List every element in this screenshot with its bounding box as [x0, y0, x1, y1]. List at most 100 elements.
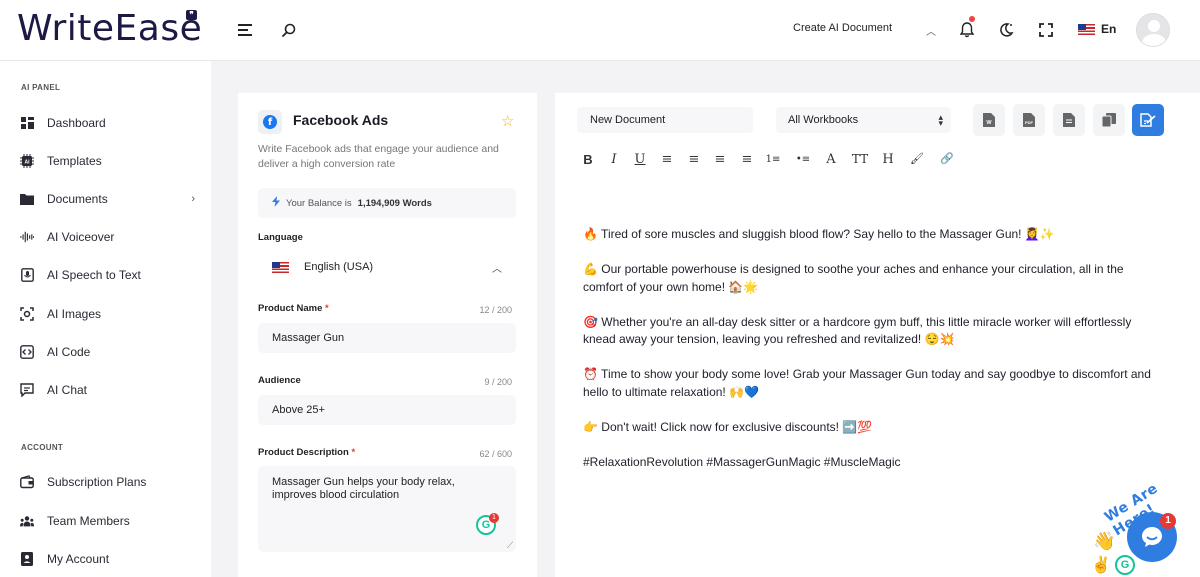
font-color-button[interactable]: A [823, 152, 839, 167]
sidebar-item-ai-images[interactable]: AI Images [20, 304, 195, 324]
word-balance: Your Balance is 1,194,909 Words [258, 188, 516, 218]
italic-button[interactable]: I [606, 152, 622, 167]
svg-text:AI: AI [25, 160, 31, 166]
sidebar-item-ai-voiceover[interactable]: AI Voiceover [20, 227, 195, 247]
document-content[interactable]: 🔥 Tired of sore muscles and sluggish blo… [583, 226, 1153, 489]
content-paragraph: 👉 Don't wait! Click now for exclusive di… [583, 419, 873, 434]
sidebar-item-label: Dashboard [47, 116, 106, 130]
grammarly-count: 1 [489, 513, 499, 523]
notification-bell-icon[interactable] [958, 21, 976, 39]
sidebar-item-ai-speech-to-text[interactable]: AI Speech to Text [20, 265, 195, 285]
align-center-button[interactable]: ≡ [686, 152, 702, 167]
template-form-panel: f Facebook Ads ☆ Write Facebook ads that… [238, 93, 537, 577]
align-justify-button[interactable]: ≡ [739, 152, 755, 167]
sidebar-item-label: AI Chat [47, 383, 88, 397]
save-document-button[interactable] [1132, 104, 1164, 136]
copy-button[interactable] [1093, 104, 1125, 136]
wallet-icon [20, 475, 34, 489]
product-description-counter: 62 / 600 [479, 449, 512, 459]
sidebar-item-label: AI Images [47, 307, 102, 321]
sidebar-item-label: AI Code [47, 345, 91, 359]
sidebar-item-documents[interactable]: Documents › [20, 189, 195, 209]
language-label: Language [258, 232, 303, 243]
chat-icon [20, 383, 34, 397]
notification-dot [969, 16, 975, 22]
language-select[interactable]: English (USA) ︿ [258, 253, 516, 281]
export-text-button[interactable] [1053, 104, 1085, 136]
sidebar-item-ai-code[interactable]: AI Code [20, 342, 195, 362]
heading-button[interactable]: H [880, 152, 896, 167]
sidebar-item-templates[interactable]: AI Templates [20, 151, 195, 171]
logo-quote-icon: ❞ [186, 10, 197, 20]
sidebar-item-label: Team Members [47, 514, 130, 528]
content-paragraph: 💪 Our portable powerhouse is designed to… [583, 262, 1124, 294]
app-logo[interactable]: WriteEase [17, 8, 202, 49]
product-name-input[interactable]: Massager Gun [258, 323, 516, 353]
sidebar-item-ai-chat[interactable]: AI Chat [20, 380, 195, 400]
align-left-button[interactable]: ≡ [659, 152, 675, 167]
dark-mode-icon[interactable] [997, 21, 1015, 39]
balance-label: Your Balance is [286, 197, 352, 209]
product-name-label: Product Name * [258, 303, 329, 314]
chevron-up-icon[interactable]: ︿ [926, 23, 936, 38]
sidebar-item-team-members[interactable]: Team Members [20, 511, 195, 531]
sidebar-item-label: AI Speech to Text [47, 268, 141, 282]
sidebar-section-account: ACCOUNT [21, 443, 64, 452]
audience-input[interactable]: Above 25+ [258, 395, 516, 425]
export-word-button[interactable]: W [973, 104, 1005, 136]
link-icon[interactable]: 🔗 [939, 152, 955, 165]
sidebar: AI PANEL Dashboard AI Templates Document… [0, 61, 211, 577]
grammarly-icon[interactable]: G [1115, 555, 1135, 575]
sidebar-item-label: My Account [47, 552, 110, 566]
fullscreen-icon[interactable] [1037, 21, 1055, 39]
language-selector[interactable]: En [1078, 22, 1116, 36]
bullet-list-button[interactable]: •≡ [795, 154, 811, 165]
sidebar-item-dashboard[interactable]: Dashboard [20, 113, 195, 133]
balance-value: 1,194,909 Words [357, 197, 432, 209]
align-right-button[interactable]: ≡ [712, 152, 728, 167]
document-name-input[interactable]: New Document [577, 107, 753, 133]
svg-text:PDF: PDF [1025, 120, 1034, 125]
microphone-doc-icon [20, 268, 34, 282]
ai-chip-icon: AI [20, 154, 34, 168]
chevron-right-icon: › [191, 193, 195, 205]
ordered-list-button[interactable]: 1≡ [765, 154, 781, 165]
menu-toggle-icon[interactable] [236, 21, 254, 39]
underline-button[interactable]: U [632, 152, 648, 167]
sidebar-item-label: Templates [47, 154, 102, 168]
chat-unread-count: 1 [1160, 513, 1176, 529]
search-icon[interactable] [279, 21, 297, 39]
template-title: Facebook Ads [293, 112, 389, 128]
bold-button[interactable]: B [580, 152, 596, 167]
sidebar-item-my-account[interactable]: My Account [20, 549, 195, 569]
chat-bubble-icon [1142, 527, 1162, 547]
favorite-star-icon[interactable]: ☆ [501, 112, 514, 130]
sidebar-item-label: Subscription Plans [47, 475, 147, 489]
chevron-up-icon: ︿ [492, 263, 502, 275]
team-icon [20, 514, 34, 528]
us-flag-icon [272, 261, 289, 273]
product-description-textarea[interactable]: Massager Gun helps your body relax, impr… [258, 466, 516, 552]
audience-label: Audience [258, 375, 301, 386]
content-paragraph: #RelaxationRevolution #MassagerGunMagic … [583, 454, 901, 469]
sidebar-item-label: Documents [47, 192, 108, 206]
content-paragraph: 🔥 Tired of sore muscles and sluggish blo… [583, 227, 1055, 241]
workbook-select[interactable]: All Workbooks ▴ ▾ [776, 107, 951, 133]
sound-wave-icon [20, 230, 34, 244]
text-size-button[interactable]: TT [850, 152, 870, 166]
us-flag-icon [1078, 23, 1095, 35]
export-pdf-button[interactable]: PDF [1013, 104, 1045, 136]
user-avatar[interactable] [1136, 13, 1170, 47]
language-value: English (USA) [304, 261, 374, 273]
select-arrows-icon: ▴ ▾ [938, 112, 943, 128]
language-code: En [1101, 22, 1117, 36]
peace-hand-icon: ✌ [1091, 557, 1111, 574]
resize-handle-icon[interactable]: ⟋ [507, 540, 513, 551]
code-icon [20, 345, 34, 359]
sidebar-item-subscription-plans[interactable]: Subscription Plans [20, 472, 195, 492]
brush-icon[interactable]: 🖌 [909, 152, 925, 165]
create-ai-document-button[interactable]: Create AI Document [793, 22, 892, 34]
sidebar-item-label: AI Voiceover [47, 230, 115, 244]
facebook-icon: f [258, 110, 282, 134]
waving-hand-icon: 👋 [1093, 531, 1116, 551]
